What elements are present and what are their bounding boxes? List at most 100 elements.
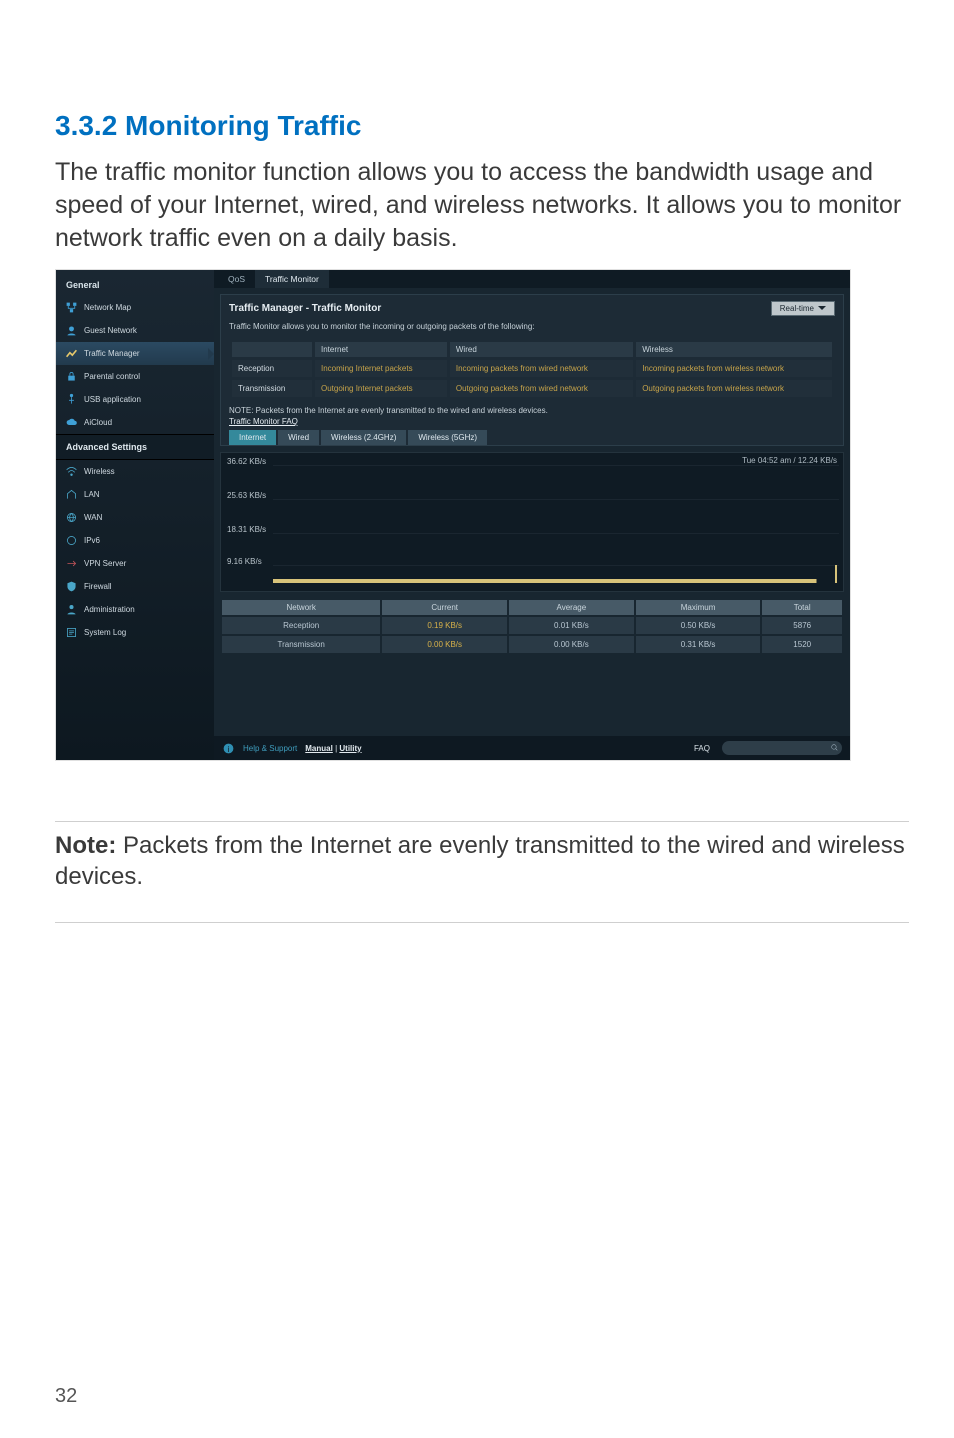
cell-link[interactable]: Outgoing packets from wired network [450, 380, 633, 397]
chart-ytick: 36.62 KB/s [227, 457, 266, 466]
cell-link[interactable]: Outgoing Internet packets [315, 380, 447, 397]
subtab-internet[interactable]: Internet [229, 430, 276, 445]
chart-timestamp: Tue 04:52 am / 12.24 KB/s [742, 456, 837, 465]
sidebar-item-syslog[interactable]: System Log [56, 621, 214, 644]
subtab-wireless-5[interactable]: Wireless (5GHz) [408, 430, 487, 445]
globe-icon [65, 511, 78, 524]
sidebar-item-label: Traffic Manager [84, 349, 140, 358]
stats-cell: 0.50 KB/s [636, 617, 761, 634]
sidebar-item-label: Administration [84, 605, 135, 614]
chart-ytick: 18.31 KB/s [227, 525, 266, 534]
usb-icon [65, 393, 78, 406]
sidebar-item-firewall[interactable]: Firewall [56, 575, 214, 598]
stats-head: Maximum [636, 600, 761, 615]
globe6-icon [65, 534, 78, 547]
intro-paragraph: The traffic monitor function allows you … [55, 156, 909, 255]
stats-cell: Transmission [222, 636, 380, 653]
sidebar-group-advanced: Advanced Settings [56, 434, 214, 460]
chart-sub-tabs: Internet Wired Wireless (2.4GHz) Wireles… [229, 430, 835, 445]
table-row: Reception 0.19 KB/s 0.01 KB/s 0.50 KB/s … [222, 617, 842, 634]
sidebar-item-traffic-manager[interactable]: Traffic Manager [56, 342, 214, 365]
sidebar-item-label: Parental control [84, 372, 140, 381]
section-heading: 3.3.2 Monitoring Traffic [55, 110, 909, 142]
traffic-monitor-faq-link[interactable]: Traffic Monitor FAQ [229, 417, 298, 426]
sidebar-item-wan[interactable]: WAN [56, 506, 214, 529]
sidebar-item-parental[interactable]: Parental control [56, 365, 214, 388]
cloud-icon [65, 416, 78, 429]
stats-cell: 0.00 KB/s [382, 636, 507, 653]
info-icon: i [222, 742, 235, 755]
sidebar-item-wireless[interactable]: Wireless [56, 460, 214, 483]
stats-cell: 0.31 KB/s [636, 636, 761, 653]
sidebar-item-admin[interactable]: Administration [56, 598, 214, 621]
cell-link[interactable]: Incoming packets from wired network [450, 360, 633, 377]
stats-head: Current [382, 600, 507, 615]
sidebar-item-label: VPN Server [84, 559, 126, 568]
top-tabs: QoS Traffic Monitor [214, 270, 850, 288]
sidebar-item-network-map[interactable]: Network Map [56, 296, 214, 319]
sidebar-item-label: AiCloud [84, 418, 112, 427]
sidebar-item-label: Network Map [84, 303, 131, 312]
manual-link[interactable]: Manual [305, 744, 333, 753]
col-wired: Wired [450, 342, 633, 357]
sidebar-item-guest[interactable]: Guest Network [56, 319, 214, 342]
router-ui-screenshot: General Network Map Guest Network Traffi… [55, 269, 851, 761]
sidebar-item-label: LAN [84, 490, 100, 499]
subtab-wireless-24[interactable]: Wireless (2.4GHz) [321, 430, 406, 445]
sidebar-item-usb[interactable]: USB application [56, 388, 214, 411]
panel-note: NOTE: Packets from the Internet are even… [229, 406, 835, 415]
sidebar-item-lan[interactable]: LAN [56, 483, 214, 506]
tab-traffic-monitor[interactable]: Traffic Monitor [255, 270, 329, 288]
divider [55, 922, 909, 923]
traffic-icon [65, 347, 78, 360]
cell-link[interactable]: Outgoing packets from wireless network [636, 380, 832, 397]
packet-direction-table: Internet Wired Wireless Reception Incomi… [229, 339, 835, 400]
ui-footer: i Help & Support Manual | Utility FAQ [214, 736, 850, 760]
sidebar-item-label: IPv6 [84, 536, 100, 545]
col-internet: Internet [315, 342, 447, 357]
shield-icon [65, 580, 78, 593]
sidebar-item-label: System Log [84, 628, 126, 637]
chart-ytick: 25.63 KB/s [227, 491, 266, 500]
tab-qos[interactable]: QoS [218, 270, 255, 288]
note-label: Note: [55, 832, 116, 859]
cell-link[interactable]: Incoming Internet packets [315, 360, 447, 377]
note-paragraph: Note: Packets from the Internet are even… [55, 830, 909, 892]
stats-cell: Reception [222, 617, 380, 634]
sidebar-group-general: General [56, 274, 214, 296]
wifi-icon [65, 465, 78, 478]
sidebar: General Network Map Guest Network Traffi… [56, 270, 214, 760]
cell-link[interactable]: Incoming packets from wireless network [636, 360, 832, 377]
row-transmission: Transmission [232, 380, 312, 397]
sidebar-item-ipv6[interactable]: IPv6 [56, 529, 214, 552]
stats-head: Total [762, 600, 842, 615]
stats-cell: 0.00 KB/s [509, 636, 634, 653]
chart-ytick: 9.16 KB/s [227, 557, 262, 566]
table-row: Transmission 0.00 KB/s 0.00 KB/s 0.31 KB… [222, 636, 842, 653]
sidebar-item-vpn[interactable]: VPN Server [56, 552, 214, 575]
stats-table: Network Current Average Maximum Total Re… [220, 598, 844, 655]
help-support-label[interactable]: Help & Support [243, 744, 297, 753]
stats-cell: 5876 [762, 617, 842, 634]
stats-head: Network [222, 600, 380, 615]
traffic-chart: Tue 04:52 am / 12.24 KB/s 36.62 KB/s 25.… [220, 452, 844, 592]
stats-cell: 0.19 KB/s [382, 617, 507, 634]
sidebar-item-label: Wireless [84, 467, 115, 476]
panel-title: Traffic Manager - Traffic Monitor [229, 303, 381, 314]
realtime-dropdown[interactable]: Real-time [771, 301, 835, 316]
row-reception: Reception [232, 360, 312, 377]
admin-icon [65, 603, 78, 616]
sidebar-item-label: Guest Network [84, 326, 137, 335]
utility-link[interactable]: Utility [339, 744, 361, 753]
faq-search-input[interactable] [722, 741, 842, 755]
svg-text:i: i [228, 744, 230, 753]
panel-help-text: Traffic Monitor allows you to monitor th… [229, 322, 835, 331]
subtab-wired[interactable]: Wired [278, 430, 319, 445]
chart-spike-icon [835, 565, 837, 583]
search-icon [830, 743, 839, 754]
sidebar-item-label: WAN [84, 513, 102, 522]
sidebar-item-aicloud[interactable]: AiCloud [56, 411, 214, 434]
lock-icon [65, 370, 78, 383]
sidebar-item-label: Firewall [84, 582, 112, 591]
stats-head: Average [509, 600, 634, 615]
